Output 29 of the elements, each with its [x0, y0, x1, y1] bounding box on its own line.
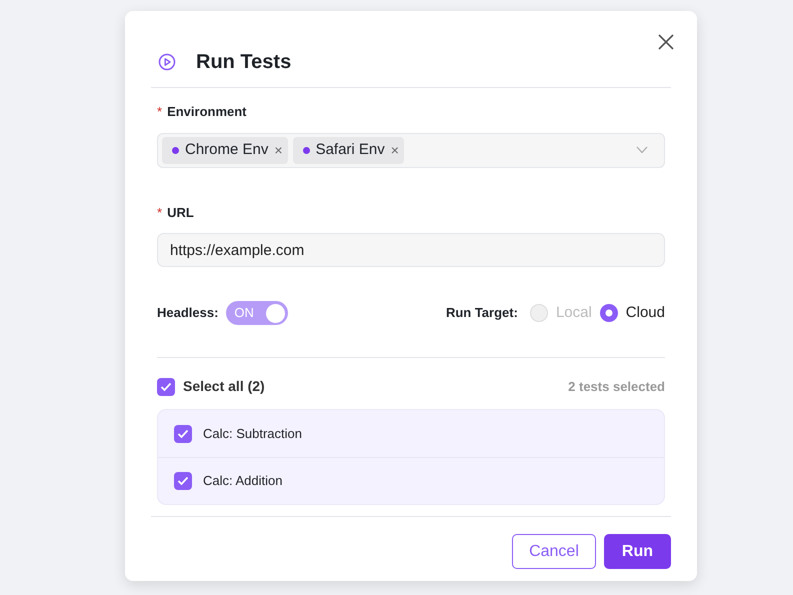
radio-option[interactable]: Cloud [600, 302, 665, 324]
checkmark-icon [160, 382, 172, 392]
remove-icon[interactable]: × [390, 143, 399, 157]
dialog-title: Run Tests [196, 50, 292, 74]
run-button[interactable]: Run [604, 534, 671, 569]
url-field[interactable]: https://example.com [157, 233, 665, 267]
field-label: URL [167, 204, 194, 222]
tag-label: Chrome Env [185, 140, 268, 160]
selection-count: 2 tests selected [568, 378, 665, 396]
required-asterisk: * [157, 103, 162, 121]
option-label: Run Target: [446, 304, 518, 322]
test-name: Calc: Subtraction [203, 424, 302, 443]
environment-select[interactable]: Chrome Env × Safari Env × [157, 132, 665, 168]
chevron-down-icon [636, 146, 648, 154]
select-all-checkbox[interactable] [157, 378, 175, 396]
checkbox-label: Select all (2) [183, 377, 265, 396]
remove-icon[interactable]: × [274, 143, 283, 157]
play-icon [158, 53, 176, 71]
test-checkbox[interactable] [174, 472, 192, 490]
cancel-button[interactable]: Cancel [512, 534, 596, 569]
field-label: Environment [167, 103, 247, 121]
checkmark-icon [177, 428, 189, 438]
required-asterisk: * [157, 204, 162, 222]
close-button[interactable] [657, 33, 675, 51]
tag-label: Safari Env [316, 140, 385, 160]
option-label: Headless: [157, 304, 218, 322]
test-checkbox[interactable] [174, 424, 192, 442]
test-name: Calc: Addition [203, 472, 282, 490]
checkmark-icon [177, 476, 189, 486]
